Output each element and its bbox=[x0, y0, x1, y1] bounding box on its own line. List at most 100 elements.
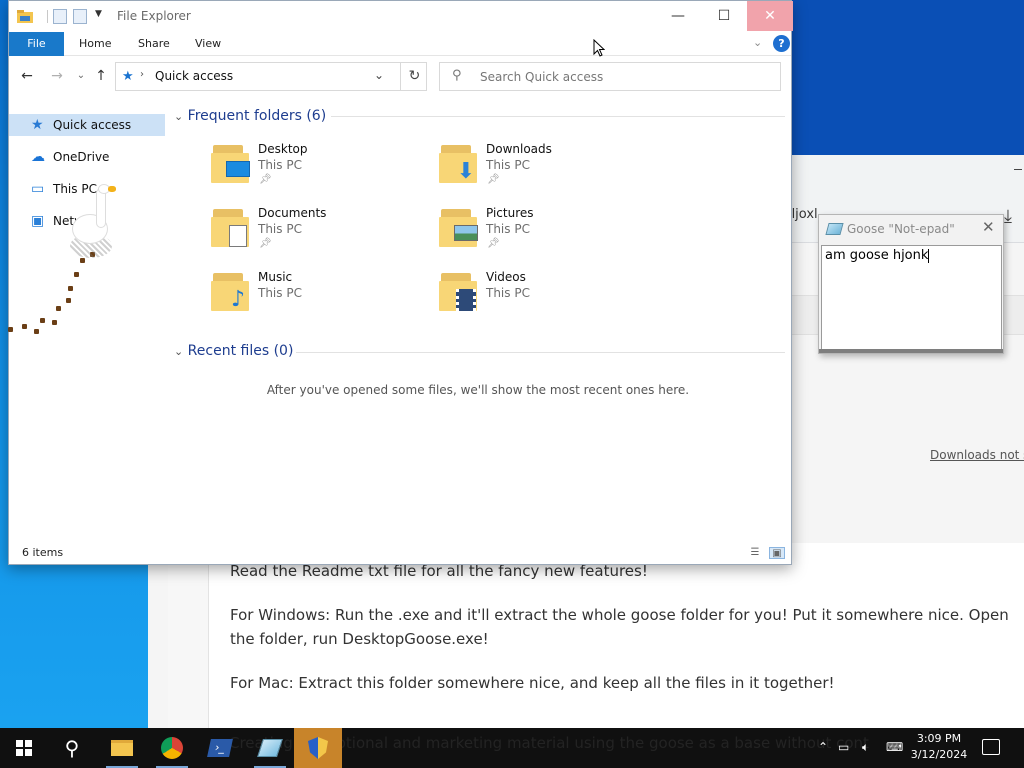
search-input[interactable]: Search Quick access bbox=[480, 70, 603, 84]
customize-toolbar-icon[interactable]: ▼ bbox=[95, 9, 102, 19]
minimize-dash[interactable] bbox=[1014, 169, 1022, 170]
sidebar-item-label: Quick access bbox=[53, 118, 132, 132]
group-title: Frequent folders (6) bbox=[187, 108, 327, 124]
clock-time: 3:09 PM bbox=[916, 732, 962, 745]
recent-files-header[interactable]: ⌄ Recent files (0) bbox=[174, 341, 293, 361]
folder-documents[interactable]: Documents This PC 📌︎ bbox=[211, 203, 431, 259]
notepad-text: am goose hjonk bbox=[825, 248, 929, 263]
picture-icon bbox=[453, 225, 479, 247]
refresh-icon[interactable]: ↻ bbox=[400, 63, 428, 90]
folder-music[interactable]: ♪ Music This PC bbox=[211, 267, 431, 323]
goose[interactable] bbox=[70, 180, 120, 260]
downloads-link[interactable]: Downloads not sta bbox=[930, 448, 1024, 462]
file-explorer-icon[interactable] bbox=[98, 728, 146, 768]
chevron-down-icon[interactable]: ⌄ bbox=[174, 345, 183, 358]
notepad-title: Goose "Not-epad" bbox=[847, 222, 955, 236]
folder-icon: ♪ bbox=[211, 271, 251, 311]
file-explorer-window: ▼ File Explorer — ☐ ✕ File Home Share Vi… bbox=[8, 0, 793, 565]
address-text[interactable]: Quick access bbox=[155, 69, 233, 83]
help-icon[interactable]: ? bbox=[773, 35, 790, 52]
new-folder-icon[interactable] bbox=[73, 9, 87, 24]
desktop-wallpaper-shade bbox=[792, 0, 1024, 160]
powershell-icon[interactable]: ›_ bbox=[196, 728, 244, 768]
film-icon bbox=[453, 289, 479, 311]
window-title: File Explorer bbox=[117, 9, 191, 23]
folder-name: Desktop bbox=[258, 142, 308, 156]
browser-url[interactable]: 'ljoxl bbox=[788, 207, 818, 222]
clock[interactable]: 3:09 PM 3/12/2024 bbox=[904, 731, 974, 763]
folder-icon bbox=[211, 143, 251, 183]
notepad-text-area[interactable]: am goose hjonk bbox=[821, 245, 1002, 351]
sidebar-item-quick-access[interactable]: ★ Quick access bbox=[9, 114, 165, 136]
text-caret bbox=[928, 248, 930, 263]
tab-view[interactable]: View bbox=[195, 32, 221, 56]
keyboard-icon[interactable]: ⌨ bbox=[886, 740, 903, 754]
windows-logo-icon bbox=[16, 740, 32, 756]
group-divider bbox=[331, 116, 785, 117]
up-arrow-icon[interactable]: ↑ bbox=[91, 66, 111, 86]
minimize-icon[interactable]: — bbox=[655, 1, 701, 31]
sidebar-item-onedrive[interactable]: ☁ OneDrive bbox=[9, 146, 165, 168]
search-icon[interactable]: ⚲ bbox=[48, 728, 96, 768]
frequent-folders-header[interactable]: ⌄ Frequent folders (6) bbox=[174, 106, 326, 126]
folder-name: Downloads bbox=[486, 142, 552, 156]
network-icon: ▣ bbox=[31, 213, 45, 229]
folder-location: This PC bbox=[486, 222, 530, 236]
ribbon: File Home Share View ⌄ ? bbox=[9, 32, 791, 56]
goose-neck bbox=[96, 188, 106, 228]
folder-desktop[interactable]: Desktop This PC 📌︎ bbox=[211, 139, 431, 195]
close-icon[interactable]: ✕ bbox=[747, 1, 793, 31]
folder-videos[interactable]: Videos This PC bbox=[439, 267, 659, 323]
notepad-icon[interactable] bbox=[246, 728, 294, 768]
forward-arrow-icon[interactable]: → bbox=[47, 66, 67, 86]
page-gutter bbox=[168, 543, 208, 728]
folder-location: This PC bbox=[258, 286, 302, 300]
shield-icon[interactable] bbox=[294, 728, 342, 768]
expand-ribbon-icon[interactable]: ⌄ bbox=[753, 36, 762, 49]
folder-icon bbox=[439, 271, 479, 311]
folder-name: Documents bbox=[258, 206, 327, 220]
folder-icon: ⬇ bbox=[439, 143, 479, 183]
computer-icon: ▭ bbox=[31, 181, 45, 197]
tab-home[interactable]: Home bbox=[79, 32, 111, 56]
close-icon[interactable]: ✕ bbox=[982, 218, 995, 236]
chrome-icon[interactable] bbox=[148, 728, 196, 768]
recent-locations-icon[interactable]: ⌄ bbox=[71, 66, 91, 86]
folder-downloads[interactable]: ⬇ Downloads This PC 📌︎ bbox=[439, 139, 659, 195]
notepad-icon bbox=[825, 223, 844, 235]
folder-location: This PC bbox=[486, 286, 530, 300]
show-hidden-icons-icon[interactable]: ⌃ bbox=[818, 740, 828, 754]
search-icon: ⚲ bbox=[452, 68, 462, 83]
large-icons-view-icon[interactable]: ▣ bbox=[769, 547, 785, 559]
notifications-icon[interactable] bbox=[982, 739, 1000, 755]
goose-beak bbox=[108, 186, 116, 192]
star-pin-icon: ★ bbox=[31, 117, 44, 133]
folder-name: Pictures bbox=[486, 206, 534, 220]
address-bar[interactable]: ★ › Quick access ⌄ ↻ bbox=[115, 62, 427, 91]
cloud-icon: ☁ bbox=[31, 149, 45, 165]
tab-file[interactable]: File bbox=[9, 32, 64, 56]
title-bar[interactable]: ▼ File Explorer — ☐ ✕ bbox=[9, 1, 793, 32]
maximize-icon[interactable]: ☐ bbox=[701, 1, 747, 31]
folder-pictures[interactable]: Pictures This PC 📌︎ bbox=[439, 203, 659, 259]
breadcrumb-chevron-icon[interactable]: › bbox=[140, 69, 144, 80]
chevron-down-icon[interactable]: ⌄ bbox=[174, 110, 183, 123]
details-view-icon[interactable]: ☰ bbox=[747, 547, 763, 559]
search-box[interactable]: ⚲ Search Quick access bbox=[439, 62, 781, 91]
recent-empty-message: After you've opened some files, we'll sh… bbox=[266, 383, 690, 397]
article: Read the Readme txt file for all the fan… bbox=[208, 543, 1024, 728]
chevron-down-icon[interactable]: ⌄ bbox=[374, 68, 384, 82]
pin-icon: 📌︎ bbox=[259, 174, 272, 185]
toolbar-separator bbox=[47, 10, 48, 23]
desktop-icon bbox=[225, 161, 251, 183]
network-status-icon[interactable]: ▭ bbox=[838, 740, 849, 754]
content-pane: ⌄ Frequent folders (6) Desktop This PC 📌… bbox=[171, 101, 785, 541]
folder-icon bbox=[439, 207, 479, 247]
properties-icon[interactable] bbox=[53, 9, 67, 24]
start-button[interactable] bbox=[0, 728, 48, 768]
folder-name: Videos bbox=[486, 270, 526, 284]
folder-icon bbox=[211, 207, 251, 247]
back-arrow-icon[interactable]: ← bbox=[17, 66, 37, 86]
tab-share[interactable]: Share bbox=[138, 32, 170, 56]
volume-muted-icon[interactable]: 🔈︎ bbox=[862, 740, 869, 755]
